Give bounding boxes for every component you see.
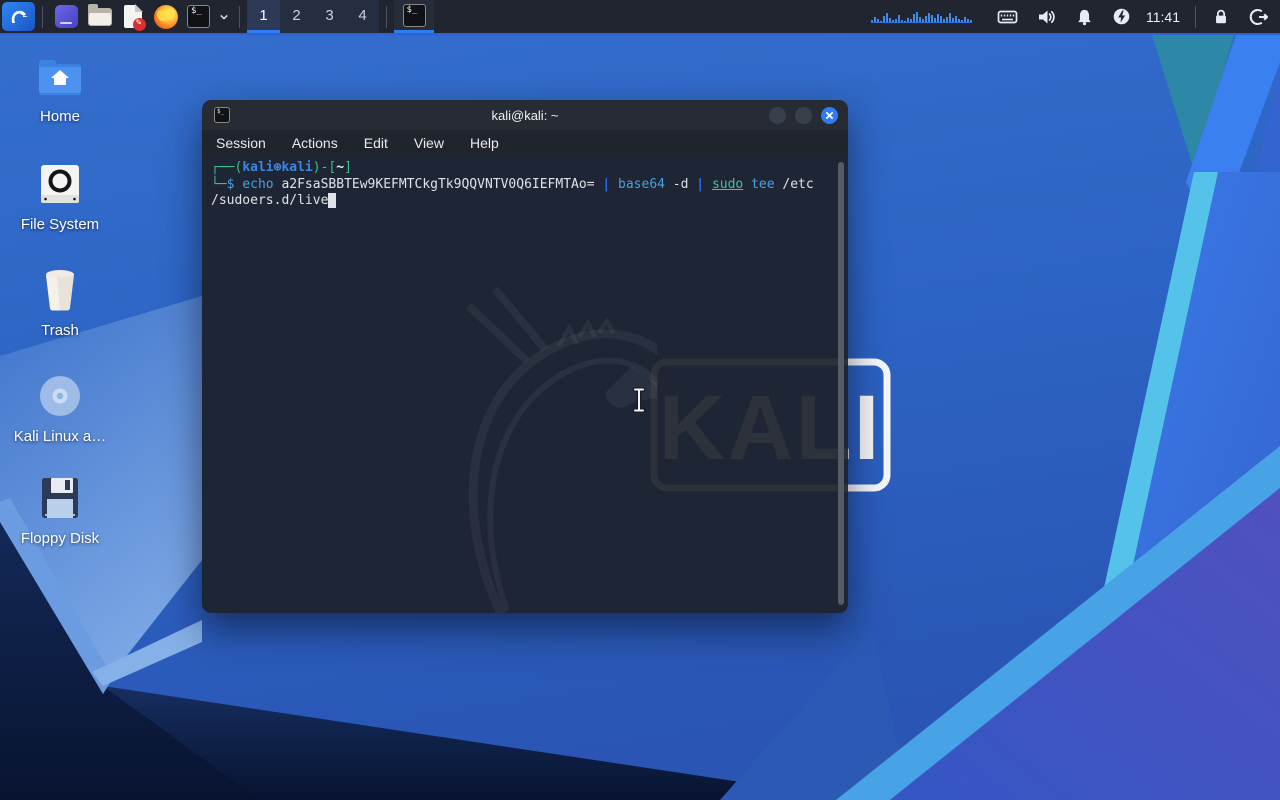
keyboard-icon[interactable] — [997, 8, 1018, 26]
terminal-launcher-button[interactable]: $_ — [185, 3, 212, 30]
desktop-icon-label: Home — [39, 108, 80, 125]
desktop-icon-file-system[interactable]: File System — [8, 160, 112, 233]
logout-icon[interactable] — [1248, 7, 1268, 27]
workspace-pager: 1 2 3 4 — [247, 0, 379, 33]
panel-separator — [42, 5, 43, 28]
cd-disc-icon — [8, 372, 112, 420]
terminal-output: ┌──(kali⊛kali)-[~] └─$ echo a2FsaSBBTEw9K… — [211, 160, 832, 210]
close-button[interactable] — [821, 106, 838, 124]
window-terminal-icon: $_ — [214, 107, 230, 123]
clock[interactable]: 11:41 — [1146, 9, 1180, 25]
minimize-button[interactable] — [769, 106, 786, 124]
terminal-body[interactable]: ┌──(kali⊛kali)-[~] └─$ echo a2FsaSBBTEw9K… — [202, 156, 848, 613]
scrollbar-thumb[interactable] — [838, 162, 844, 605]
home-folder-icon — [8, 52, 112, 100]
file-manager-icon — [87, 3, 112, 26]
desktop-icon-label: Floppy Disk — [20, 530, 100, 547]
window-titlebar[interactable]: kali@kali: ~ $_ — [202, 100, 848, 130]
terminal-line: └─$ echo a2FsaSBBTEw9KEFMTCkgTk9QQVNTV0Q… — [211, 176, 814, 192]
desktop-icon-kali-linux[interactable]: Kali Linux a… — [8, 372, 112, 445]
workspace-3[interactable]: 3 — [313, 0, 346, 33]
terminal-line: ┌──(kali⊛kali)-[~] — [211, 160, 352, 175]
top-panel: $_ 1 2 3 4 $_ — [0, 0, 1280, 35]
window-title: kali@kali: ~ — [491, 107, 559, 123]
volume-icon[interactable] — [1036, 7, 1057, 27]
firefox-button[interactable] — [152, 3, 179, 30]
kali-menu-button[interactable] — [2, 2, 35, 31]
trash-can-icon — [8, 266, 112, 314]
taskbar-terminal-button[interactable]: $_ — [394, 0, 434, 33]
desktop-icon-label: File System — [20, 216, 100, 233]
desktop-icon-trash[interactable]: Trash — [8, 266, 112, 339]
text-editor-icon — [123, 4, 146, 31]
system-tray: 11:41 — [871, 0, 1280, 33]
file-system-drive-icon — [8, 160, 112, 208]
menu-help[interactable]: Help — [470, 135, 499, 151]
terminal-icon: $_ — [187, 5, 210, 28]
maximize-button[interactable] — [795, 106, 812, 124]
window-menubar: Session Actions Edit View Help — [202, 130, 848, 156]
window-controls — [769, 106, 838, 124]
app-launcher-icon — [55, 5, 78, 28]
desktop-icon-home[interactable]: Home — [8, 52, 112, 125]
kali-dragon-watermark — [466, 286, 657, 613]
floppy-disk-icon — [8, 474, 112, 522]
terminal-window: kali@kali: ~ $_ Session Actions Edit Vie… — [202, 100, 848, 613]
close-icon — [825, 111, 834, 119]
kali-dragon-icon — [11, 10, 28, 23]
cpu-graph[interactable] — [871, 10, 972, 23]
panel-separator — [386, 5, 387, 28]
desktop-icon-floppy-disk[interactable]: Floppy Disk — [8, 474, 112, 547]
notifications-bell-icon[interactable] — [1075, 7, 1094, 27]
app-launcher-button[interactable] — [53, 3, 80, 30]
file-manager-button[interactable] — [86, 3, 113, 30]
workspace-1[interactable]: 1 — [247, 0, 280, 33]
power-manager-icon[interactable] — [1112, 7, 1131, 26]
desktop-icon-label: Trash — [41, 322, 79, 339]
panel-separator — [239, 5, 240, 28]
desktop: { "panel": { "launchers": [ {"name": "ka… — [0, 0, 1280, 800]
menu-edit[interactable]: Edit — [364, 135, 388, 151]
desktop-icon-label: Kali Linux a… — [13, 428, 107, 445]
terminal-line: /sudoers.d/live — [211, 193, 832, 210]
panel-separator — [1195, 5, 1196, 28]
terminal-icon: $_ — [402, 3, 426, 27]
lock-icon[interactable] — [1212, 7, 1230, 26]
text-editor-button[interactable] — [119, 3, 146, 31]
menu-actions[interactable]: Actions — [292, 135, 338, 151]
workspace-2[interactable]: 2 — [280, 0, 313, 33]
workspace-4[interactable]: 4 — [346, 0, 379, 33]
menu-view[interactable]: View — [414, 135, 444, 151]
menu-session[interactable]: Session — [216, 135, 266, 151]
chevron-down-icon[interactable] — [216, 9, 232, 25]
firefox-icon — [153, 4, 178, 29]
